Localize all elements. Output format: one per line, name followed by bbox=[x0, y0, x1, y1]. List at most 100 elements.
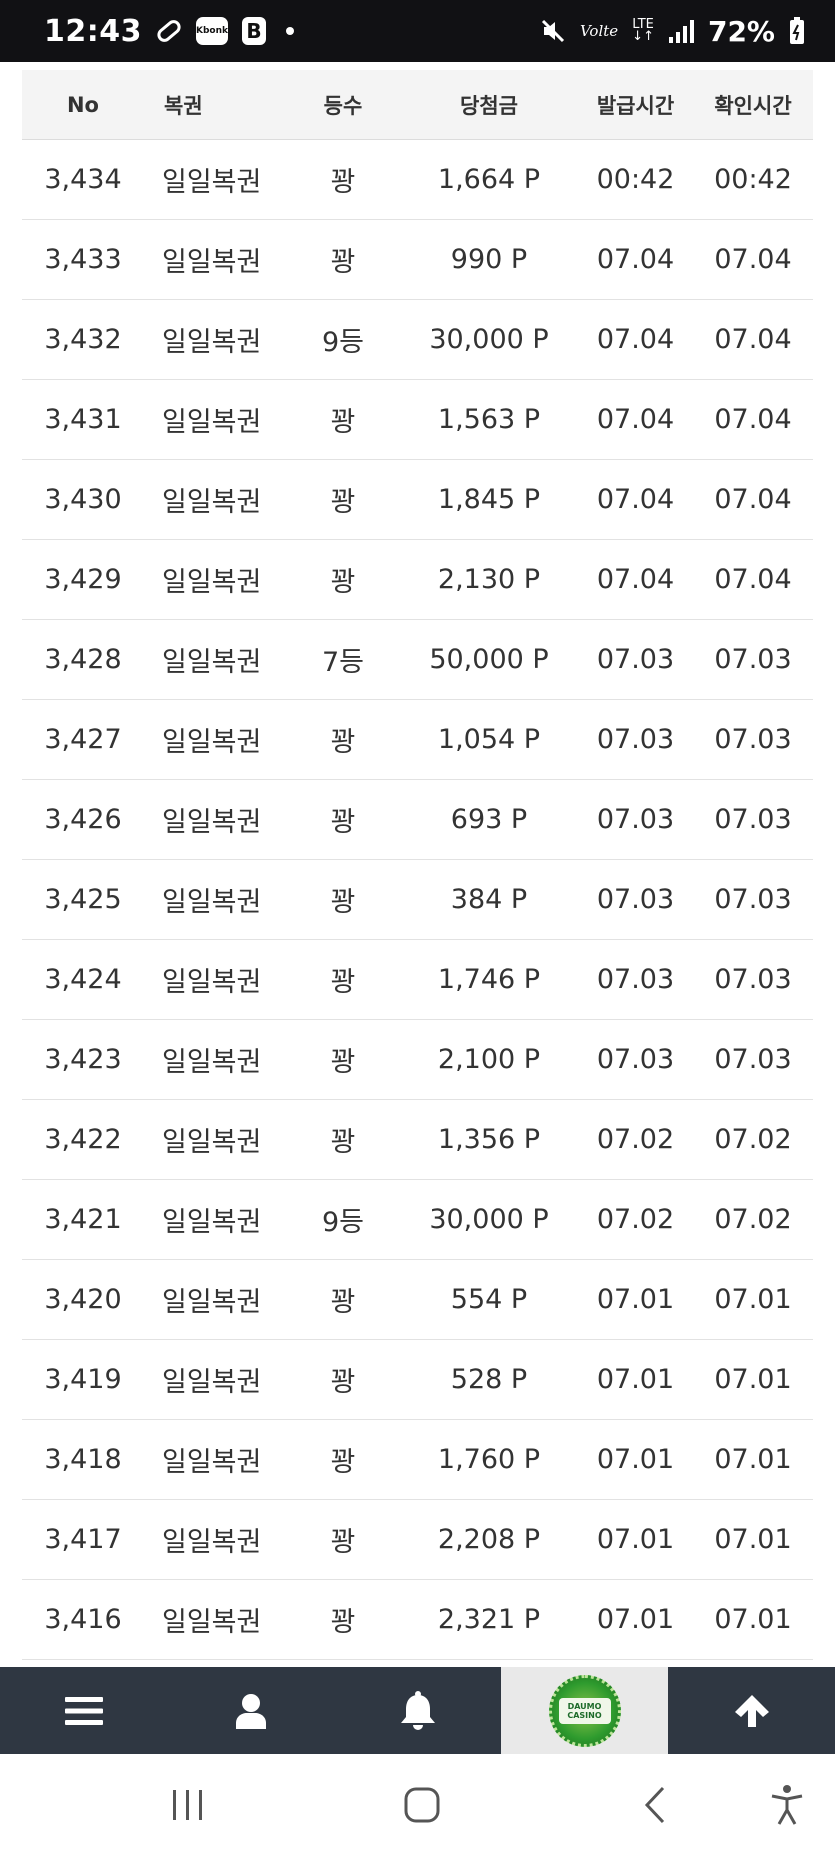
cell-type: 일일복권 bbox=[162, 967, 262, 998]
cell-type: 일일복권 bbox=[162, 1367, 262, 1398]
cell-type: 일일복권 bbox=[162, 727, 262, 758]
cell-prize: 1,563 P bbox=[437, 404, 541, 435]
cell-issue-time: 07.03 bbox=[596, 1044, 675, 1075]
cell-prize: 384 P bbox=[450, 884, 528, 915]
cell-rank: 7등 bbox=[321, 647, 365, 678]
home-icon bbox=[404, 1787, 440, 1823]
scroll-top-button[interactable] bbox=[668, 1667, 835, 1754]
table-row[interactable]: 3,432 일일복권 9등 30,000 P 07.04 07.04 bbox=[22, 300, 813, 380]
cell-check-time: 07.01 bbox=[714, 1444, 792, 1475]
battery-icon bbox=[789, 17, 805, 45]
cell-check-time: 07.02 bbox=[714, 1204, 792, 1235]
table-header: No 복권 등수 당첨금 발급시간 확인시간 bbox=[22, 70, 813, 140]
cell-no: 3,433 bbox=[44, 244, 122, 275]
cell-type: 일일복권 bbox=[162, 1127, 262, 1158]
menu-button[interactable] bbox=[0, 1667, 167, 1754]
table-row[interactable]: 3,431 일일복권 꽝 1,563 P 07.04 07.04 bbox=[22, 380, 813, 460]
cell-type: 일일복권 bbox=[162, 1047, 262, 1078]
recent-apps-icon bbox=[173, 1790, 202, 1820]
cell-issue-time: 07.04 bbox=[596, 244, 675, 275]
cell-rank: 꽝 bbox=[330, 567, 356, 598]
cell-rank: 꽝 bbox=[330, 727, 356, 758]
cell-check-time: 07.04 bbox=[714, 404, 792, 435]
table-row[interactable]: 3,421 일일복권 9등 30,000 P 07.02 07.02 bbox=[22, 1180, 813, 1260]
table-row[interactable]: 3,426 일일복권 꽝 693 P 07.03 07.03 bbox=[22, 780, 813, 860]
lte-label: LTE bbox=[632, 17, 654, 32]
cell-type: 일일복권 bbox=[162, 327, 262, 358]
cell-issue-time: 00:42 bbox=[596, 164, 675, 195]
cell-type: 일일복권 bbox=[162, 647, 262, 678]
cell-rank: 꽝 bbox=[330, 1047, 356, 1078]
volte-label: Volte bbox=[579, 22, 619, 40]
table-row[interactable]: 3,423 일일복권 꽝 2,100 P 07.03 07.03 bbox=[22, 1020, 813, 1100]
logo-text-casino: CASINO bbox=[567, 1710, 602, 1720]
table-row[interactable]: 3,422 일일복권 꽝 1,356 P 07.02 07.02 bbox=[22, 1100, 813, 1180]
cell-no: 3,426 bbox=[44, 804, 122, 835]
profile-button[interactable] bbox=[167, 1667, 334, 1754]
table-row[interactable]: 3,433 일일복권 꽝 990 P 07.04 07.04 bbox=[22, 220, 813, 300]
cell-type: 일일복권 bbox=[162, 1207, 262, 1238]
cell-prize: 50,000 P bbox=[429, 644, 549, 675]
casino-logo-button[interactable]: DAUMO CASINO bbox=[501, 1667, 668, 1754]
cell-type: 일일복권 bbox=[162, 1447, 262, 1478]
cell-issue-time: 07.04 bbox=[596, 484, 675, 515]
cell-rank: 꽝 bbox=[330, 1447, 356, 1478]
cell-issue-time: 07.01 bbox=[596, 1524, 675, 1555]
cell-no: 3,418 bbox=[44, 1444, 122, 1475]
cell-prize: 30,000 P bbox=[429, 1204, 549, 1235]
cell-prize: 990 P bbox=[450, 244, 528, 275]
back-icon bbox=[644, 1786, 665, 1824]
cell-prize: 1,054 P bbox=[437, 724, 541, 755]
cell-type: 일일복권 bbox=[162, 247, 262, 278]
table-row[interactable]: 3,428 일일복권 7등 50,000 P 07.03 07.03 bbox=[22, 620, 813, 700]
table-row[interactable]: 3,434 일일복권 꽝 1,664 P 00:42 00:42 bbox=[22, 140, 813, 220]
recent-apps-button[interactable] bbox=[148, 1754, 228, 1856]
cell-issue-time: 07.04 bbox=[596, 564, 675, 595]
table-row[interactable]: 3,424 일일복권 꽝 1,746 P 07.03 07.03 bbox=[22, 940, 813, 1020]
back-button[interactable] bbox=[615, 1754, 695, 1856]
table-row[interactable]: 3,425 일일복권 꽝 384 P 07.03 07.03 bbox=[22, 860, 813, 940]
signal-icon bbox=[668, 19, 694, 43]
cell-prize: 30,000 P bbox=[429, 324, 549, 355]
pill-icon bbox=[154, 17, 184, 45]
cell-check-time: 07.03 bbox=[714, 644, 792, 675]
cell-check-time: 07.02 bbox=[714, 1124, 792, 1155]
cell-check-time: 07.03 bbox=[714, 1044, 792, 1075]
home-button[interactable] bbox=[382, 1754, 462, 1856]
accessibility-button[interactable] bbox=[747, 1754, 827, 1856]
cell-type: 일일복권 bbox=[162, 567, 262, 598]
cell-issue-time: 07.01 bbox=[596, 1364, 675, 1395]
notification-button[interactable] bbox=[334, 1667, 501, 1754]
table-row[interactable]: 3,427 일일복권 꽝 1,054 P 07.03 07.03 bbox=[22, 700, 813, 780]
table-row[interactable]: 3,418 일일복권 꽝 1,760 P 07.01 07.01 bbox=[22, 1420, 813, 1500]
cell-no: 3,419 bbox=[44, 1364, 122, 1395]
table-row[interactable]: 3,417 일일복권 꽝 2,208 P 07.01 07.01 bbox=[22, 1500, 813, 1580]
cell-type: 일일복권 bbox=[162, 1287, 262, 1318]
cell-prize: 2,100 P bbox=[437, 1044, 541, 1075]
cell-prize: 528 P bbox=[450, 1364, 528, 1395]
system-nav-bar bbox=[0, 1754, 835, 1856]
cell-prize: 1,760 P bbox=[437, 1444, 541, 1475]
user-icon bbox=[235, 1693, 266, 1729]
cell-rank: 꽝 bbox=[330, 407, 356, 438]
lte-icon: LTE ↓↑ bbox=[632, 17, 654, 44]
cell-no: 3,429 bbox=[44, 564, 122, 595]
cell-prize: 2,130 P bbox=[437, 564, 541, 595]
cell-check-time: 07.01 bbox=[714, 1364, 792, 1395]
kbank-app-icon: Kbonk bbox=[196, 17, 228, 45]
table-row[interactable]: 3,419 일일복권 꽝 528 P 07.01 07.01 bbox=[22, 1340, 813, 1420]
table-row[interactable]: 3,416 일일복권 꽝 2,321 P 07.01 07.01 bbox=[22, 1580, 813, 1660]
cell-check-time: 07.01 bbox=[714, 1284, 792, 1315]
cell-check-time: 07.04 bbox=[714, 244, 792, 275]
clock: 12:43 bbox=[44, 13, 142, 49]
cell-issue-time: 07.03 bbox=[596, 964, 675, 995]
table-row[interactable]: 3,429 일일복권 꽝 2,130 P 07.04 07.04 bbox=[22, 540, 813, 620]
header-type: 복권 bbox=[164, 93, 203, 118]
cell-rank: 9등 bbox=[321, 327, 365, 358]
cell-rank: 꽝 bbox=[330, 887, 356, 918]
header-no: No bbox=[66, 92, 99, 117]
table-row[interactable]: 3,430 일일복권 꽝 1,845 P 07.04 07.04 bbox=[22, 460, 813, 540]
table-row[interactable]: 3,420 일일복권 꽝 554 P 07.01 07.01 bbox=[22, 1260, 813, 1340]
cell-rank: 꽝 bbox=[330, 967, 356, 998]
cell-check-time: 07.04 bbox=[714, 324, 792, 355]
